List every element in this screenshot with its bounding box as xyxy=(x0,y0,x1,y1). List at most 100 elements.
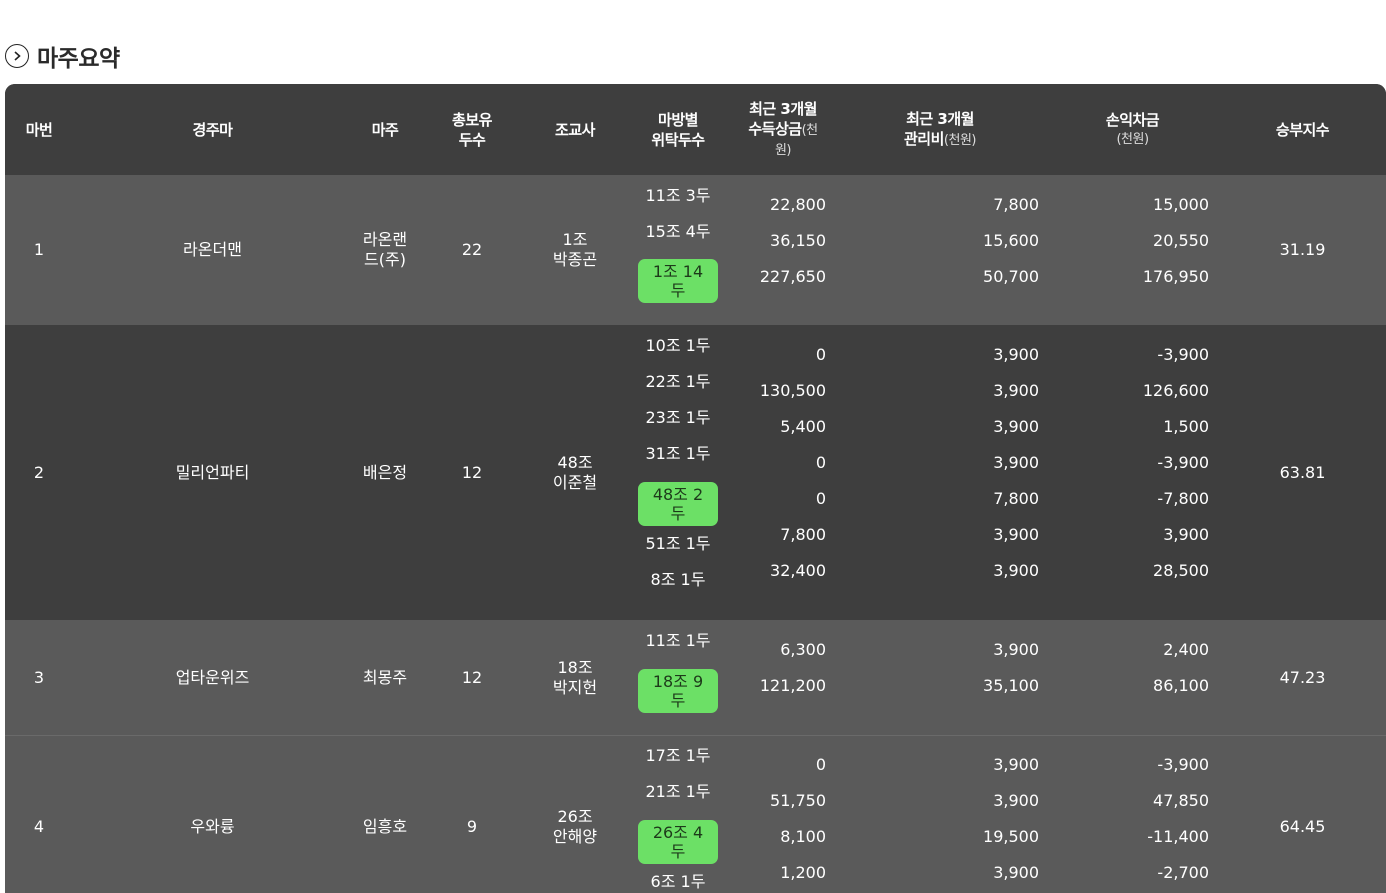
stable-count-own: 26조 4두 xyxy=(638,820,718,864)
prize-value: 1,200 xyxy=(780,863,826,882)
profit-value: 2,400 xyxy=(1163,640,1209,659)
prize-value: 0 xyxy=(815,453,826,472)
col-header-horse: 경주마 xyxy=(192,120,233,139)
horse-number: 3 xyxy=(33,667,45,687)
trainer: 26조 안해양 xyxy=(552,807,598,846)
trainer: 1조 박종곤 xyxy=(552,230,598,269)
col-header-owner: 마주 xyxy=(371,120,399,139)
stable-count: 31조 1두 xyxy=(645,444,711,463)
profit-value: 3,900 xyxy=(1163,525,1209,544)
owner-summary-table: 마번 경주마 마주 총보유 두수 조교사 마방별 위탁두수 최근 3개월 수득상금(… xyxy=(5,84,1386,893)
mgmt-value: 3,900 xyxy=(993,345,1039,364)
table-row: 4 우와륭 임흥호 9 26조 안해양 17조 1두 21조 1두 26조 4두 … xyxy=(5,735,1386,893)
win-index: 64.45 xyxy=(1279,817,1326,836)
table-row: 3 업타운위즈 최몽주 12 18조 박지헌 11조 1두 18조 9두 6,30… xyxy=(5,620,1386,735)
profit-value: -3,900 xyxy=(1157,345,1209,364)
profit-value: 176,950 xyxy=(1142,267,1209,286)
col-header-prize: 최근 3개월 수득상금(천 원) xyxy=(748,99,818,158)
owner-name: 배은정 xyxy=(362,462,408,482)
prize-value: 121,200 xyxy=(759,676,826,695)
prize-value: 51,750 xyxy=(770,791,826,810)
col-header-stable: 마방별 위탁두수 xyxy=(651,110,705,149)
stable-count: 21조 1두 xyxy=(645,782,711,801)
horse-name: 우와륭 xyxy=(190,817,235,836)
prize-value: 32,400 xyxy=(770,561,826,580)
stable-count-own: 48조 2두 xyxy=(638,482,718,526)
mgmt-value: 15,600 xyxy=(983,231,1039,250)
col-header-total: 총보유 두수 xyxy=(452,110,492,149)
prize-value: 0 xyxy=(815,345,826,364)
table-row: 2 밀리언파티 배은정 12 48조 이준철 10조 1두 22조 1두 23조 … xyxy=(5,325,1386,620)
horse-name: 업타운위즈 xyxy=(175,667,250,687)
total-horses: 22 xyxy=(461,240,483,259)
prize-value: 6,300 xyxy=(780,640,826,659)
mgmt-value: 3,900 xyxy=(993,525,1039,544)
win-index: 31.19 xyxy=(1279,240,1326,259)
table-header: 마번 경주마 마주 총보유 두수 조교사 마방별 위탁두수 최근 3개월 수득상금(… xyxy=(5,84,1386,175)
mgmt-value: 3,900 xyxy=(993,640,1039,659)
stable-count: 10조 1두 xyxy=(645,336,711,355)
mgmt-value: 50,700 xyxy=(983,267,1039,286)
col-header-profit: 손익차금 (천원) xyxy=(1105,110,1160,147)
horse-number: 2 xyxy=(33,462,45,482)
profit-value: 15,000 xyxy=(1153,195,1209,214)
chevron-right-circle-icon xyxy=(5,44,29,68)
prize-value: 22,800 xyxy=(770,195,826,214)
section-header: 마주요약 xyxy=(5,40,120,72)
profit-value: 86,100 xyxy=(1153,676,1209,695)
profit-value: 1,500 xyxy=(1163,417,1209,436)
col-header-trainer: 조교사 xyxy=(555,120,595,139)
stable-count: 23조 1두 xyxy=(645,408,711,427)
stable-count: 11조 1두 xyxy=(645,631,711,650)
profit-value: 47,850 xyxy=(1153,791,1209,810)
prize-value: 8,100 xyxy=(780,827,826,846)
profit-value: -3,900 xyxy=(1157,755,1209,774)
owner-name: 최몽주 xyxy=(362,667,408,687)
mgmt-value: 3,900 xyxy=(993,561,1039,580)
stable-count: 11조 3두 xyxy=(645,186,711,205)
mgmt-value: 3,900 xyxy=(993,863,1039,882)
mgmt-value: 7,800 xyxy=(993,195,1039,214)
table-row: 1 라온더맨 라온랜 드(주) 22 1조 박종곤 11조 3두 15조 4두 1조… xyxy=(5,175,1386,325)
profit-value: 126,600 xyxy=(1142,381,1209,400)
trainer: 18조 박지헌 xyxy=(552,657,598,697)
prize-value: 0 xyxy=(815,489,826,508)
profit-value: 20,550 xyxy=(1153,231,1209,250)
section-title: 마주요약 xyxy=(37,46,120,72)
prize-value: 0 xyxy=(815,755,826,774)
stable-count: 6조 1두 xyxy=(650,872,706,891)
mgmt-value: 3,900 xyxy=(993,381,1039,400)
horse-name: 밀리언파티 xyxy=(175,462,250,482)
prize-value: 5,400 xyxy=(780,417,826,436)
mgmt-value: 3,900 xyxy=(993,755,1039,774)
mgmt-value: 3,900 xyxy=(993,417,1039,436)
stable-count: 17조 1두 xyxy=(645,746,711,765)
stable-count: 8조 1두 xyxy=(650,570,706,589)
col-header-win-index: 승부지수 xyxy=(1275,120,1330,139)
prize-value: 130,500 xyxy=(759,381,826,400)
col-header-mgmt: 최근 3개월 관리비(천원) xyxy=(904,109,976,148)
trainer: 48조 이준철 xyxy=(552,452,598,492)
prize-value: 36,150 xyxy=(770,231,826,250)
stable-count-own: 1조 14 두 xyxy=(638,259,718,303)
profit-value: -11,400 xyxy=(1147,827,1209,846)
mgmt-value: 35,100 xyxy=(983,676,1039,695)
win-index: 63.81 xyxy=(1279,462,1326,482)
horse-number: 4 xyxy=(33,817,45,836)
profit-value: -3,900 xyxy=(1157,453,1209,472)
profit-value: -2,700 xyxy=(1157,863,1209,882)
total-horses: 9 xyxy=(466,817,478,836)
horse-number: 1 xyxy=(33,240,45,259)
profit-value: -7,800 xyxy=(1157,489,1209,508)
horse-name: 라온더맨 xyxy=(183,240,242,259)
prize-value: 227,650 xyxy=(759,267,826,286)
mgmt-value: 3,900 xyxy=(993,453,1039,472)
col-header-no: 마번 xyxy=(25,120,53,139)
mgmt-value: 3,900 xyxy=(993,791,1039,810)
mgmt-value: 7,800 xyxy=(993,489,1039,508)
prize-value: 7,800 xyxy=(780,525,826,544)
stable-count: 15조 4두 xyxy=(645,222,711,241)
total-horses: 12 xyxy=(461,667,483,687)
owner-name: 라온랜 드(주) xyxy=(362,230,408,269)
stable-count: 22조 1두 xyxy=(645,372,711,391)
